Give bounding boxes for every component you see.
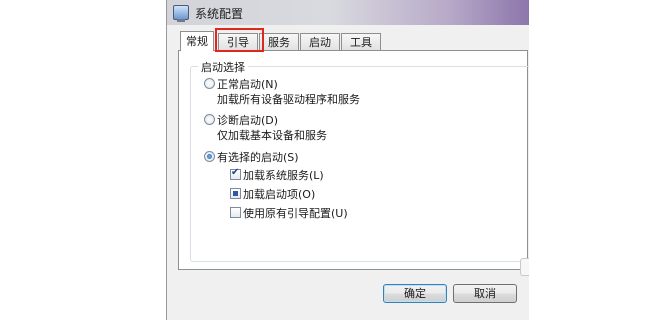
tab-label: 启动 (309, 36, 331, 49)
selective-startup-label[interactable]: 有选择的启动(S) (217, 149, 299, 165)
ok-button[interactable]: 确定 (383, 284, 447, 303)
load-startup-items-label[interactable]: 加载启动项(O) (243, 186, 315, 202)
diagnostic-startup-label[interactable]: 诊断启动(D) (217, 112, 278, 128)
cancel-button-label: 取消 (474, 287, 496, 300)
general-tab-panel: 启动选择 正常启动(N) 加载所有设备驱动程序和服务 诊断启动(D) 仅加载基本… (178, 50, 529, 270)
window-title: 系统配置 (195, 7, 244, 21)
tab-general[interactable]: 常规 (180, 31, 214, 51)
computer-icon (173, 5, 189, 22)
title-bar[interactable]: 系统配置 (167, 0, 529, 25)
selective-startup-radio[interactable] (204, 151, 215, 162)
use-original-boot-config-label[interactable]: 使用原有引导配置(U) (243, 205, 348, 221)
load-system-services-label[interactable]: 加载系统服务(L) (243, 167, 324, 183)
tab-services[interactable]: 服务 (259, 33, 299, 50)
load-startup-items-checkbox[interactable] (230, 188, 241, 199)
diagnostic-startup-description: 仅加载基本设备和服务 (217, 129, 327, 142)
load-system-services-checkbox[interactable] (230, 167, 241, 180)
tab-label: 工具 (350, 36, 372, 49)
normal-startup-label[interactable]: 正常启动(N) (217, 76, 278, 92)
diagnostic-startup-radio[interactable] (204, 114, 215, 125)
scrollbar-edge[interactable] (520, 258, 529, 276)
tab-label: 服务 (268, 36, 290, 49)
red-highlight-box (215, 28, 264, 52)
system-config-window: 系统配置 常规 引导 服务 启动 工具 启动选择 正常启动(N) 加载所有设备驱… (166, 0, 529, 320)
normal-startup-description: 加载所有设备驱动程序和服务 (217, 93, 360, 106)
tab-startup[interactable]: 启动 (300, 33, 340, 50)
tab-tools[interactable]: 工具 (341, 33, 381, 50)
normal-startup-radio[interactable] (204, 78, 215, 89)
group-title: 启动选择 (198, 59, 248, 75)
ok-button-label: 确定 (404, 287, 426, 300)
use-original-boot-config-checkbox[interactable] (230, 207, 241, 218)
tab-label: 常规 (186, 35, 208, 48)
cancel-button[interactable]: 取消 (453, 284, 517, 303)
